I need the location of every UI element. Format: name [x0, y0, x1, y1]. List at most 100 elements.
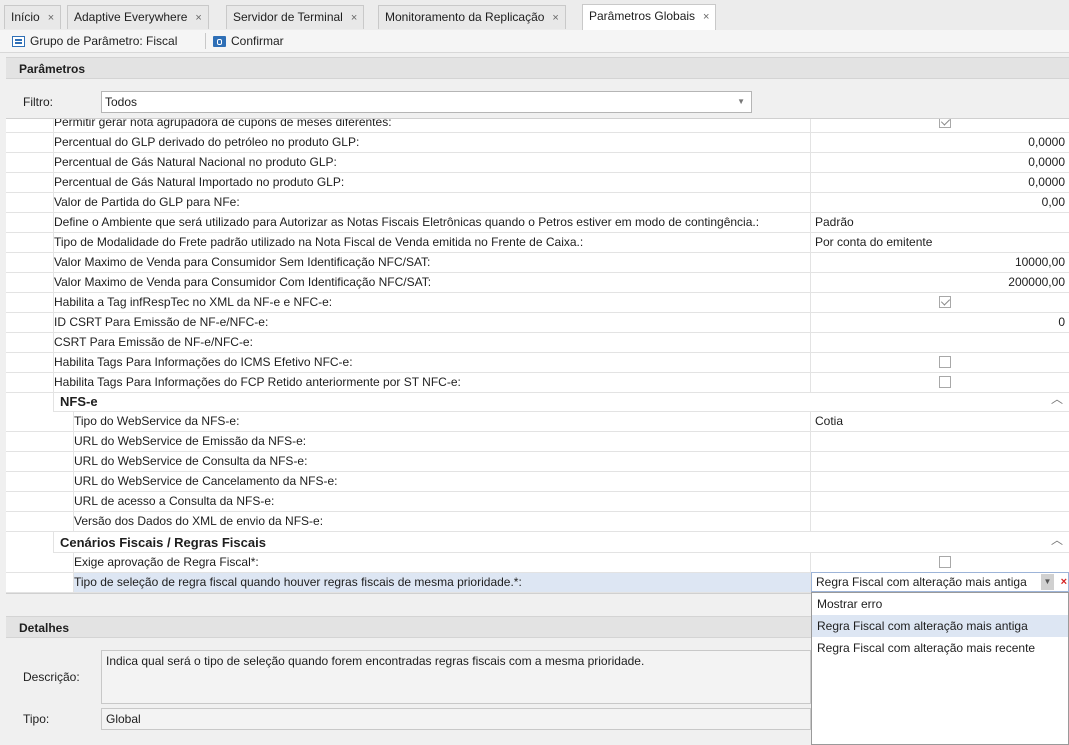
tab-inicio[interactable]: Início ×	[4, 5, 62, 29]
property-label: Percentual do GLP derivado do petróleo n…	[53, 133, 811, 152]
property-value: 0,0000	[1028, 175, 1065, 189]
property-row[interactable]: URL do WebService de Cancelamento da NFS…	[6, 472, 1069, 492]
select-value: Regra Fiscal com alteração mais antiga	[816, 575, 1027, 589]
property-row[interactable]: Define o Ambiente que será utilizado par…	[6, 213, 1069, 233]
dropdown-option[interactable]: Regra Fiscal com alteração mais recente	[812, 637, 1068, 659]
property-row[interactable]: CSRT Para Emissão de NF-e/NFC-e:	[6, 333, 1069, 353]
property-label: URL de acesso a Consulta da NFS-e:	[73, 492, 811, 511]
chevron-up-icon[interactable]: ︿	[1051, 530, 1063, 551]
regra-fiscal-select[interactable]: Regra Fiscal com alteração mais antiga ▼…	[811, 572, 1069, 592]
chevron-down-icon[interactable]: ▼	[737, 92, 745, 112]
property-label: Percentual de Gás Natural Importado no p…	[53, 173, 811, 192]
confirm-button[interactable]: Confirmar	[213, 32, 284, 50]
property-label: URL do WebService de Consulta da NFS-e:	[73, 452, 811, 471]
group-header-nfse[interactable]: NFS-e ︿	[53, 391, 1069, 412]
tab-strip: Início × Adaptive Everywhere × Servidor de…	[0, 0, 1069, 31]
checkbox[interactable]	[939, 119, 951, 128]
checkbox[interactable]	[939, 556, 951, 568]
property-value: 10000,00	[1014, 255, 1065, 269]
tab-label: Adaptive Everywhere	[74, 10, 188, 24]
property-row[interactable]: URL do WebService de Emissão da NFS-e:	[6, 432, 1069, 452]
property-row[interactable]: Habilita Tags Para Informações do FCP Re…	[6, 373, 1069, 393]
property-value	[811, 119, 1069, 132]
property-row[interactable]: ID CSRT Para Emissão de NF-e/NFC-e: 0	[6, 313, 1069, 333]
property-row[interactable]: Valor Maximo de Venda para Consumidor Co…	[6, 273, 1069, 293]
property-row[interactable]: Exige aprovação de Regra Fiscal*:	[6, 553, 1069, 573]
save-icon	[213, 36, 226, 47]
property-label: Valor Maximo de Venda para Consumidor Co…	[53, 273, 811, 292]
property-row[interactable]: Percentual de Gás Natural Importado no p…	[6, 173, 1069, 193]
group-parameter-button[interactable]: Grupo de Parâmetro: Fiscal	[12, 32, 177, 50]
property-value: Padrão	[815, 215, 854, 229]
property-row[interactable]: Tipo de Modalidade do Frete padrão utili…	[6, 233, 1069, 253]
property-row[interactable]: Tipo do WebService da NFS-e: Cotia	[6, 412, 1069, 432]
property-row[interactable]: URL do WebService de Consulta da NFS-e:	[6, 452, 1069, 472]
dropdown-option[interactable]: Regra Fiscal com alteração mais antiga	[812, 615, 1068, 637]
property-value	[811, 512, 1069, 531]
checkbox[interactable]	[939, 356, 951, 368]
filter-value: Todos	[105, 95, 138, 109]
property-row[interactable]: Percentual de Gás Natural Nacional no pr…	[6, 153, 1069, 173]
tab-servidor-terminal[interactable]: Servidor de Terminal ×	[226, 5, 365, 29]
property-label: ID CSRT Para Emissão de NF-e/NFC-e:	[53, 313, 811, 332]
chevron-up-icon[interactable]: ︿	[1051, 389, 1063, 410]
property-label: Versão dos Dados do XML de envio da NFS-…	[73, 512, 811, 531]
property-label: CSRT Para Emissão de NF-e/NFC-e:	[53, 333, 811, 352]
property-value	[811, 432, 1069, 451]
property-row[interactable]: Valor de Partida do GLP para NFe: 0,00	[6, 193, 1069, 213]
group-header-cenarios-fiscais[interactable]: Cenários Fiscais / Regras Fiscais ︿	[53, 532, 1069, 553]
filter-label: Filtro:	[23, 95, 53, 109]
property-row[interactable]: Valor Maximo de Venda para Consumidor Se…	[6, 253, 1069, 273]
tab-monitoramento-replicacao[interactable]: Monitoramento da Replicação ×	[378, 5, 566, 29]
tab-parametros-globais[interactable]: Parâmetros Globais ×	[582, 4, 717, 30]
property-label: Tipo de seleção de regra fiscal quando h…	[73, 573, 811, 592]
property-label: Permitir gerar nota agrupadora de cupons…	[53, 119, 811, 132]
group-title: Cenários Fiscais / Regras Fiscais	[60, 535, 266, 550]
checkbox[interactable]	[939, 376, 951, 388]
group-parameter-label: Grupo de Parâmetro: Fiscal	[30, 34, 178, 48]
clear-icon[interactable]: ×	[1061, 573, 1067, 591]
tab-adaptive-everywhere[interactable]: Adaptive Everywhere ×	[67, 5, 209, 29]
property-row[interactable]: Percentual do GLP derivado do petróleo n…	[6, 133, 1069, 153]
property-label: Exige aprovação de Regra Fiscal*:	[73, 553, 811, 572]
close-icon[interactable]: ×	[351, 12, 357, 24]
group-title: NFS-e	[60, 394, 98, 409]
toolbar-divider	[205, 33, 206, 49]
property-row[interactable]: URL de acesso a Consulta da NFS-e:	[6, 492, 1069, 512]
property-label: Valor Maximo de Venda para Consumidor Se…	[53, 253, 811, 272]
checkbox[interactable]	[939, 296, 951, 308]
description-text: Indica qual será o tipo de seleção quand…	[101, 650, 811, 704]
property-value: Cotia	[815, 414, 844, 428]
property-value	[811, 373, 1069, 392]
close-icon[interactable]: ×	[48, 12, 54, 24]
dropdown-list: Mostrar erro Regra Fiscal com alteração m…	[811, 592, 1069, 745]
property-value: Por conta do emitente	[815, 235, 933, 249]
property-label: Tipo de Modalidade do Frete padrão utili…	[53, 233, 811, 252]
list-icon	[12, 36, 25, 47]
close-icon[interactable]: ×	[195, 12, 201, 24]
property-label: URL do WebService de Cancelamento da NFS…	[73, 472, 811, 491]
close-icon[interactable]: ×	[552, 12, 558, 24]
chevron-down-icon[interactable]: ▼	[1041, 574, 1054, 590]
toolbar: Grupo de Parâmetro: Fiscal Confirmar	[0, 30, 1069, 53]
property-label: Define o Ambiente que será utilizado par…	[53, 213, 811, 232]
property-grid: Permitir gerar nota agrupadora de cupons…	[6, 118, 1069, 594]
close-icon[interactable]: ×	[703, 11, 709, 23]
filter-select[interactable]: Todos ▼	[101, 91, 752, 113]
property-value: 200000,00	[1008, 275, 1065, 289]
property-label: Habilita Tags Para Informações do FCP Re…	[53, 373, 811, 392]
tab-label: Monitoramento da Replicação	[385, 10, 545, 24]
dropdown-option[interactable]: Mostrar erro	[812, 593, 1068, 615]
property-row[interactable]: Versão dos Dados do XML de envio da NFS-…	[6, 512, 1069, 532]
property-row[interactable]: Habilita Tags Para Informações do ICMS E…	[6, 353, 1069, 373]
property-row[interactable]: Permitir gerar nota agrupadora de cupons…	[6, 119, 1069, 133]
description-label: Descrição:	[23, 670, 80, 684]
property-value	[811, 353, 1069, 372]
property-label: Percentual de Gás Natural Nacional no pr…	[53, 153, 811, 172]
property-value	[811, 472, 1069, 491]
confirm-label: Confirmar	[231, 34, 284, 48]
tipo-label: Tipo:	[23, 712, 50, 726]
tab-label: Parâmetros Globais	[589, 9, 696, 23]
property-row[interactable]: Habilita a Tag infRespTec no XML da NF-e…	[6, 293, 1069, 313]
tipo-value: Global	[101, 708, 811, 730]
